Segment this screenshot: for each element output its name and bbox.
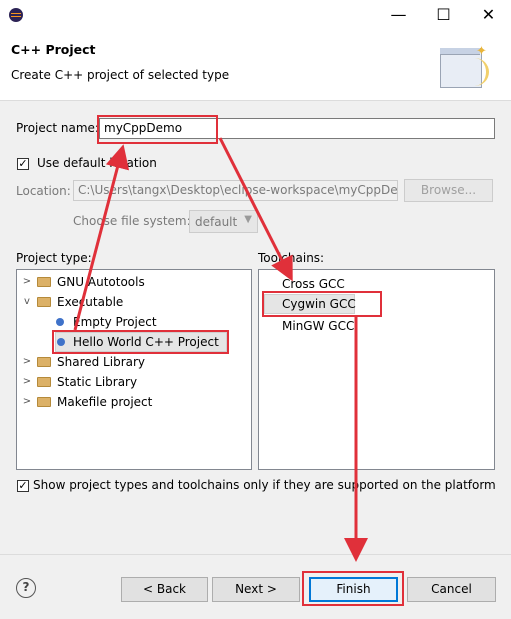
arrow-hello-to-name <box>73 144 130 331</box>
annotation-arrows <box>73 137 368 562</box>
arrow-name-to-toolchain <box>218 137 293 282</box>
